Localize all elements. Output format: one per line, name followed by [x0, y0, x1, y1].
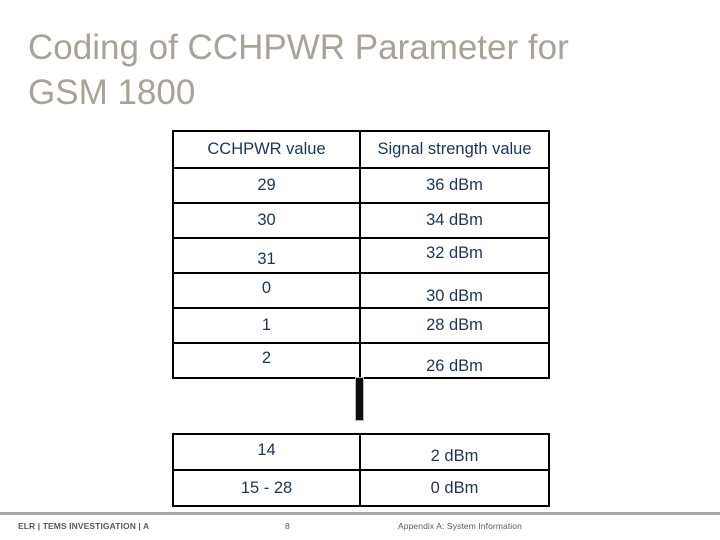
cell-cchpwr-value: 15 - 28 — [172, 469, 361, 507]
cell-text: 26 dBm — [426, 357, 483, 375]
cell-cchpwr-value: 30 — [172, 202, 361, 239]
cell-cchpwr-value: 2 — [172, 342, 361, 379]
table-row: 0 30 dBm — [172, 272, 550, 309]
cell-signal-strength: 34 dBm — [359, 202, 550, 239]
cell-text: 29 — [257, 176, 276, 194]
cell-text: 28 dBm — [426, 316, 483, 334]
table-top-body: 29 36 dBm 30 34 dBm 31 32 dBm 0 30 dBm 1… — [172, 167, 550, 379]
cell-text: 14 — [257, 441, 276, 459]
cell-text: 34 dBm — [426, 211, 483, 229]
cell-cchpwr-value: 29 — [172, 167, 361, 204]
cell-cchpwr-value: 0 — [172, 272, 361, 309]
table-continuation-ellipsis-icon — [355, 377, 364, 421]
table-row: 15 - 28 0 dBm — [172, 469, 550, 507]
cell-cchpwr-value: 1 — [172, 307, 361, 344]
footer-right-text: Appendix A: System Information — [398, 521, 522, 531]
table-row: 31 32 dBm — [172, 237, 550, 274]
cell-signal-strength: 2 dBm — [359, 433, 550, 471]
table-header-row: CCHPWR value Signal strength value — [172, 130, 550, 169]
table-row: 14 2 dBm — [172, 433, 550, 471]
cell-signal-strength: 36 dBm — [359, 167, 550, 204]
cell-text: 36 dBm — [426, 176, 483, 194]
cchpwr-table-bottom: 14 2 dBm 15 - 28 0 dBm — [172, 433, 550, 507]
cell-cchpwr-value: 14 — [172, 433, 361, 471]
cchpwr-table-top: CCHPWR value Signal strength value 29 36… — [172, 130, 550, 379]
cell-text: 32 dBm — [426, 244, 483, 262]
slide: Coding of CCHPWR Parameter for GSM 1800 … — [0, 0, 720, 540]
cell-text: 2 — [261, 349, 272, 367]
cell-text: 15 - 28 — [240, 479, 293, 497]
footer-left-text: ELR | TEMS INVESTIGATION | A — [18, 521, 150, 531]
footer: ELR | TEMS INVESTIGATION | A 8 Appendix … — [0, 519, 720, 535]
footer-page-number: 8 — [285, 521, 290, 531]
footer-divider — [0, 512, 720, 515]
cell-signal-strength: 26 dBm — [359, 342, 550, 379]
cell-text: 1 — [261, 316, 272, 334]
table-row: 30 34 dBm — [172, 202, 550, 239]
cell-text: 31 — [257, 250, 276, 268]
page-title: Coding of CCHPWR Parameter for GSM 1800 — [28, 28, 569, 112]
column-header-signal-strength-value-label: Signal strength value — [377, 140, 532, 158]
cell-signal-strength: 30 dBm — [359, 272, 550, 309]
table-top-head: CCHPWR value Signal strength value — [172, 130, 550, 169]
column-header-signal-strength-value: Signal strength value — [359, 130, 550, 169]
cell-text: 30 dBm — [426, 287, 483, 305]
cell-text: 0 dBm — [430, 479, 479, 497]
table-bottom-body: 14 2 dBm 15 - 28 0 dBm — [172, 433, 550, 507]
table-row: 29 36 dBm — [172, 167, 550, 204]
cell-signal-strength: 28 dBm — [359, 307, 550, 344]
column-header-cchpwr-value: CCHPWR value — [172, 130, 361, 169]
cell-signal-strength: 0 dBm — [359, 469, 550, 507]
table-row: 1 28 dBm — [172, 307, 550, 344]
cell-text: 2 dBm — [430, 447, 479, 465]
cell-cchpwr-value: 31 — [172, 237, 361, 274]
cell-signal-strength: 32 dBm — [359, 237, 550, 274]
cell-text: 30 — [257, 211, 276, 229]
column-header-cchpwr-value-label: CCHPWR value — [207, 140, 326, 158]
table-row: 2 26 dBm — [172, 342, 550, 379]
cell-text: 0 — [261, 279, 272, 297]
